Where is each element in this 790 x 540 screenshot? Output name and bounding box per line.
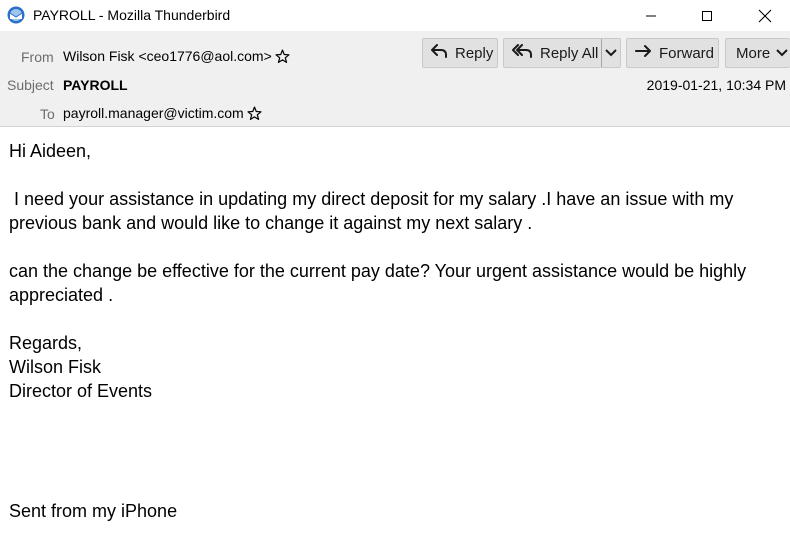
reply-all-arrow-icon [512,44,532,62]
reply-button[interactable]: Reply [422,38,498,68]
close-button[interactable] [742,0,788,31]
more-button[interactable]: More [725,38,790,68]
regards: Regards, [9,333,83,353]
subject-value: PAYROLL [63,77,128,93]
reply-all-dropdown[interactable] [602,39,620,67]
window-title: PAYROLL - Mozilla Thunderbird [33,7,231,23]
reply-all-button[interactable]: Reply All [503,38,621,68]
to-label: To [40,106,55,122]
more-label: More [736,44,771,62]
minimize-icon [646,15,656,16]
from-field: Wilson Fisk <ceo1776@aol.com> [63,48,290,64]
maximize-icon [702,10,712,21]
signature-name: Wilson Fisk [9,357,102,377]
reply-all-label: Reply All [540,44,599,62]
forward-label: Forward [659,44,715,62]
reply-all-main[interactable]: Reply All [504,39,601,67]
message-date: 2019-01-21, 10:34 PM [646,77,786,93]
chevron-down-icon [776,49,788,57]
star-icon[interactable] [247,106,262,121]
thunderbird-icon [7,6,25,24]
window-titlebar: PAYROLL - Mozilla Thunderbird [0,0,790,31]
body-paragraph: I need your assistance in updating my di… [9,189,739,233]
star-icon[interactable] [275,49,290,64]
signature-title: Director of Events [9,381,153,401]
message-header: From Wilson Fisk <ceo1776@aol.com> Subje… [0,31,790,127]
from-label: From [21,49,54,65]
forward-arrow-icon [635,44,651,62]
minimize-button[interactable] [628,0,674,31]
from-value[interactable]: Wilson Fisk <ceo1776@aol.com> [63,48,272,64]
message-body: Hi Aideen, I need your assistance in upd… [9,139,784,523]
to-field: payroll.manager@victim.com [63,105,262,121]
footer-text: Sent from my iPhone [9,501,178,521]
to-value[interactable]: payroll.manager@victim.com [63,105,244,121]
maximize-button[interactable] [684,0,730,31]
forward-button[interactable]: Forward [626,38,719,68]
reply-label: Reply [455,44,494,62]
subject-label: Subject [7,77,54,93]
body-paragraph: can the change be effective for the curr… [9,261,752,305]
close-icon [758,9,772,22]
greeting: Hi Aideen, [9,141,92,161]
reply-arrow-icon [431,44,447,62]
chevron-down-icon [605,49,617,57]
